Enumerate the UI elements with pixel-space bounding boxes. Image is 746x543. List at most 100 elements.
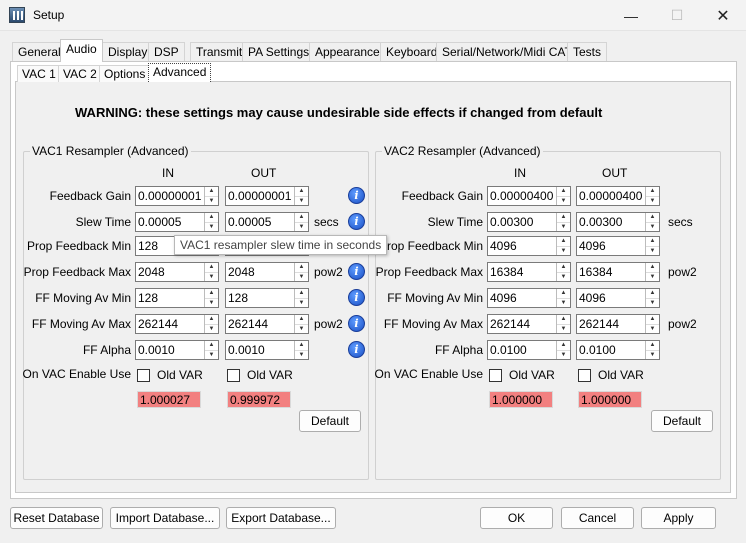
vac1-ff-moving-av-max-in-value[interactable]: 262144 <box>136 315 204 333</box>
spin-down-icon[interactable]: ▼ <box>557 299 570 308</box>
vac1-prop-feedback-max-out[interactable]: 2048 ▲ ▼ <box>225 262 309 282</box>
spinner-arrows[interactable]: ▲▼ <box>645 341 659 359</box>
vac2-ff-alpha-out[interactable]: 0.0100 ▲ ▼ <box>576 340 660 360</box>
spinner-arrows[interactable]: ▲▼ <box>294 341 308 359</box>
vac1-ff-moving-av-max-out-value[interactable]: 262144 <box>226 315 294 333</box>
info-icon[interactable]: i <box>348 263 365 280</box>
vac1-prop-feedback-max-out-value[interactable]: 2048 <box>226 263 294 281</box>
vac1-feedback-gain-out-value[interactable]: 0.00000001 <box>226 187 294 205</box>
subtab-options[interactable]: Options <box>99 65 151 82</box>
info-icon[interactable]: i <box>348 213 365 230</box>
spinner-arrows[interactable]: ▲▼ <box>294 187 308 205</box>
spin-down-icon[interactable]: ▼ <box>646 351 659 360</box>
vac2-slew-time-in[interactable]: 0.00300 ▲ ▼ <box>487 212 571 232</box>
spin-up-icon[interactable]: ▲ <box>646 341 659 351</box>
vac1-ff-moving-av-min-in-value[interactable]: 128 <box>136 289 204 307</box>
vac1-feedback-gain-in-value[interactable]: 0.00000001 <box>136 187 204 205</box>
spinner-arrows[interactable]: ▲▼ <box>204 187 218 205</box>
vac2-prop-feedback-min-in[interactable]: 4096 ▲ ▼ <box>487 236 571 256</box>
spin-up-icon[interactable]: ▲ <box>646 213 659 223</box>
spinner-arrows[interactable]: ▲▼ <box>556 237 570 255</box>
subtab-vac1[interactable]: VAC 1 <box>17 65 61 82</box>
spin-up-icon[interactable]: ▲ <box>295 213 308 223</box>
vac2-prop-feedback-max-in-value[interactable]: 16384 <box>488 263 556 281</box>
vac1-ff-alpha-out-value[interactable]: 0.0010 <box>226 341 294 359</box>
vac1-ff-moving-av-max-out[interactable]: 262144 ▲ ▼ <box>225 314 309 334</box>
subtab-vac2[interactable]: VAC 2 <box>58 65 102 82</box>
vac1-slew-time-in[interactable]: 0.00005 ▲ ▼ <box>135 212 219 232</box>
spin-up-icon[interactable]: ▲ <box>646 263 659 273</box>
spin-up-icon[interactable]: ▲ <box>646 237 659 247</box>
vac2-prop-feedback-max-in[interactable]: 16384 ▲ ▼ <box>487 262 571 282</box>
vac1-ff-alpha-in[interactable]: 0.0010 ▲ ▼ <box>135 340 219 360</box>
vac1-prop-feedback-max-in-value[interactable]: 2048 <box>136 263 204 281</box>
vac1-ff-moving-av-min-out[interactable]: 128 ▲ ▼ <box>225 288 309 308</box>
spinner-arrows[interactable]: ▲▼ <box>294 315 308 333</box>
spin-up-icon[interactable]: ▲ <box>295 341 308 351</box>
vac1-feedback-gain-in[interactable]: 0.00000001 ▲ ▼ <box>135 186 219 206</box>
cancel-button[interactable]: Cancel <box>561 507 634 529</box>
spin-up-icon[interactable]: ▲ <box>295 289 308 299</box>
import-database-button[interactable]: Import Database... <box>110 507 220 529</box>
vac1-feedback-gain-out[interactable]: 0.00000001 ▲ ▼ <box>225 186 309 206</box>
tab-dsp[interactable]: DSP <box>148 42 185 61</box>
subtab-advanced[interactable]: Advanced <box>148 63 212 82</box>
vac1-default-button[interactable]: Default <box>299 410 361 432</box>
vac1-old-var-out-checkbox[interactable] <box>227 369 240 382</box>
vac2-ff-alpha-in[interactable]: 0.0100 ▲ ▼ <box>487 340 571 360</box>
spinner-arrows[interactable]: ▲▼ <box>645 237 659 255</box>
vac2-old-var-out-checkbox[interactable] <box>578 369 591 382</box>
info-icon[interactable]: i <box>348 315 365 332</box>
vac2-slew-time-out[interactable]: 0.00300 ▲ ▼ <box>576 212 660 232</box>
vac2-prop-feedback-min-in-value[interactable]: 4096 <box>488 237 556 255</box>
vac2-old-var-out-label[interactable]: Old VAR <box>598 368 644 382</box>
spin-up-icon[interactable]: ▲ <box>557 341 570 351</box>
vac2-slew-time-in-value[interactable]: 0.00300 <box>488 213 556 231</box>
spinner-arrows[interactable]: ▲▼ <box>556 213 570 231</box>
info-icon[interactable]: i <box>348 341 365 358</box>
spin-down-icon[interactable]: ▼ <box>295 273 308 282</box>
spinner-arrows[interactable]: ▲▼ <box>204 341 218 359</box>
spinner-arrows[interactable]: ▲▼ <box>204 315 218 333</box>
apply-button[interactable]: Apply <box>641 507 716 529</box>
spin-down-icon[interactable]: ▼ <box>295 197 308 206</box>
spinner-arrows[interactable]: ▲▼ <box>556 289 570 307</box>
spin-up-icon[interactable]: ▲ <box>205 341 218 351</box>
spin-down-icon[interactable]: ▼ <box>205 299 218 308</box>
spinner-arrows[interactable]: ▲▼ <box>645 289 659 307</box>
spin-up-icon[interactable]: ▲ <box>646 315 659 325</box>
spin-down-icon[interactable]: ▼ <box>557 197 570 206</box>
vac2-prop-feedback-min-out[interactable]: 4096 ▲ ▼ <box>576 236 660 256</box>
vac2-ff-moving-av-min-in[interactable]: 4096 ▲ ▼ <box>487 288 571 308</box>
spin-down-icon[interactable]: ▼ <box>295 299 308 308</box>
tab-pa-settings[interactable]: PA Settings <box>242 42 316 61</box>
spinner-arrows[interactable]: ▲▼ <box>204 213 218 231</box>
spin-down-icon[interactable]: ▼ <box>205 325 218 334</box>
spinner-arrows[interactable]: ▲▼ <box>556 263 570 281</box>
vac2-default-button[interactable]: Default <box>651 410 713 432</box>
ok-button[interactable]: OK <box>480 507 553 529</box>
vac1-old-var-out-label[interactable]: Old VAR <box>247 368 293 382</box>
spinner-arrows[interactable]: ▲▼ <box>645 187 659 205</box>
spin-up-icon[interactable]: ▲ <box>295 187 308 197</box>
close-button[interactable]: ✕ <box>700 0 746 31</box>
vac2-prop-feedback-min-out-value[interactable]: 4096 <box>577 237 645 255</box>
spin-down-icon[interactable]: ▼ <box>295 351 308 360</box>
vac1-ff-moving-av-min-out-value[interactable]: 128 <box>226 289 294 307</box>
spinner-arrows[interactable]: ▲▼ <box>556 315 570 333</box>
spin-down-icon[interactable]: ▼ <box>646 299 659 308</box>
maximize-button[interactable]: ☐ <box>654 0 700 31</box>
tab-general[interactable]: General <box>12 42 67 61</box>
spin-up-icon[interactable]: ▲ <box>557 237 570 247</box>
spin-up-icon[interactable]: ▲ <box>295 263 308 273</box>
tab-transmit[interactable]: Transmit <box>190 42 249 61</box>
minimize-button[interactable]: — <box>608 0 654 31</box>
spin-down-icon[interactable]: ▼ <box>646 197 659 206</box>
tab-audio[interactable]: Audio <box>60 39 103 62</box>
spin-down-icon[interactable]: ▼ <box>646 273 659 282</box>
tab-appearance[interactable]: Appearance <box>309 42 386 61</box>
vac1-slew-time-out-value[interactable]: 0.00005 <box>226 213 294 231</box>
spin-up-icon[interactable]: ▲ <box>557 263 570 273</box>
spin-down-icon[interactable]: ▼ <box>646 247 659 256</box>
vac2-feedback-gain-in-value[interactable]: 0.00000400 <box>488 187 556 205</box>
